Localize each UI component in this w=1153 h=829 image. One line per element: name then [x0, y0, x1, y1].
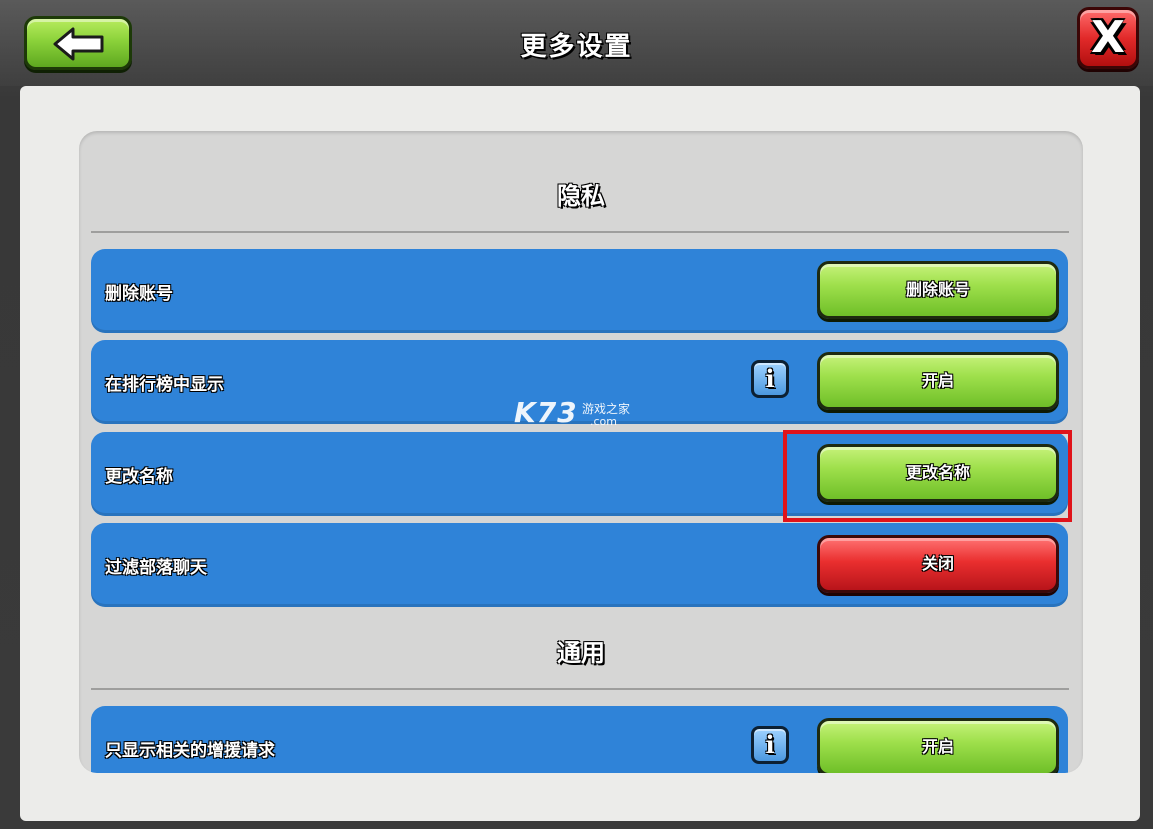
section-title-privacy: 隐私: [557, 182, 605, 210]
reinforcement-toggle-button[interactable]: 开启: [817, 718, 1059, 773]
close-x-icon: X: [1091, 12, 1125, 63]
setting-row-delete-account: 删除账号 删除账号: [91, 249, 1068, 333]
info-button[interactable]: i: [751, 726, 789, 764]
setting-row-leaderboard: 在排行榜中显示 i 开启: [91, 340, 1068, 424]
setting-label: 在排行榜中显示: [105, 375, 224, 395]
info-icon: i: [765, 364, 775, 393]
settings-window: 更多设置 X 隐私 删除账号 删除账号 在排行榜中显示 i 开启 更改名称 更改…: [0, 0, 1153, 829]
info-button[interactable]: i: [751, 360, 789, 398]
info-icon: i: [765, 730, 775, 759]
setting-row-reinforcement: 只显示相关的增援请求 i 开启: [91, 706, 1068, 773]
setting-row-change-name: 更改名称 更改名称: [91, 432, 1068, 516]
setting-label: 过滤部落聊天: [105, 558, 207, 578]
section-divider: [91, 688, 1069, 690]
settings-scroll-area[interactable]: 隐私 删除账号 删除账号 在排行榜中显示 i 开启 更改名称 更改名称 过滤部落…: [79, 131, 1083, 773]
setting-label: 更改名称: [105, 467, 173, 487]
close-button[interactable]: X: [1077, 7, 1139, 69]
title-bar: 更多设置 X: [0, 0, 1153, 86]
section-divider: [91, 231, 1069, 233]
delete-account-button[interactable]: 删除账号: [817, 261, 1059, 319]
setting-row-filter-chat: 过滤部落聊天 关闭: [91, 523, 1068, 607]
setting-label: 删除账号: [105, 284, 173, 304]
leaderboard-toggle-button[interactable]: 开启: [817, 352, 1059, 410]
change-name-button[interactable]: 更改名称: [817, 444, 1059, 502]
page-title: 更多设置: [520, 32, 633, 62]
setting-label: 只显示相关的增援请求: [105, 741, 275, 761]
section-title-general: 通用: [557, 639, 605, 667]
filter-chat-toggle-button[interactable]: 关闭: [817, 535, 1059, 593]
